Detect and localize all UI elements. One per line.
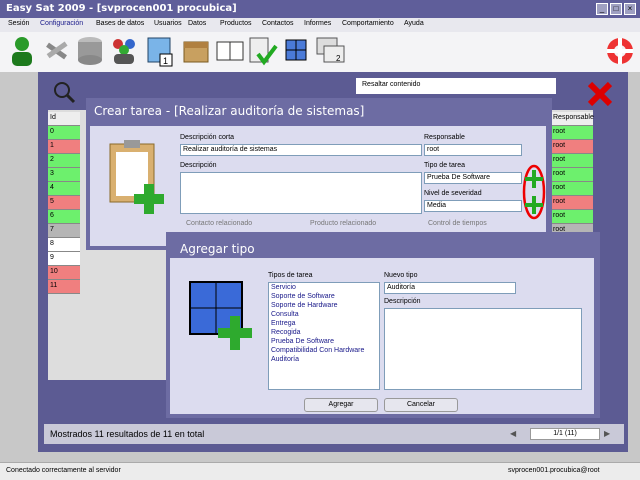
windows-icon[interactable]: 2 [314, 34, 346, 68]
lifebuoy-icon[interactable] [604, 34, 636, 68]
grid-row-id[interactable]: 9 [48, 252, 80, 266]
svg-text:2: 2 [336, 54, 341, 63]
desc-textarea[interactable] [180, 172, 422, 214]
type-list-item[interactable]: Soporte de Software [269, 292, 379, 301]
grid-header-id[interactable]: Id [48, 112, 80, 126]
maximize-button[interactable]: □ [610, 3, 622, 15]
responsable-select[interactable]: root [424, 144, 522, 156]
add-type-highlight [522, 164, 546, 220]
grid-row-id[interactable]: 10 [48, 266, 80, 280]
types-label: Tipos de tarea [268, 272, 313, 279]
grid-row-id[interactable]: 2 [48, 154, 80, 168]
menu-usuarios[interactable]: Usuarios [154, 20, 182, 27]
calendar-icon[interactable]: 1 [144, 34, 176, 68]
tipo-select[interactable]: Prueba De Software [424, 172, 522, 184]
database-icon[interactable] [74, 34, 106, 68]
title-bar: Easy Sat 2009 - [svprocen001 procubica] … [0, 0, 640, 18]
status-left: Conectado correctamente al servidor [6, 467, 121, 474]
grid-row-id[interactable]: 0 [48, 126, 80, 140]
menu-informes[interactable]: Informes [304, 20, 331, 27]
search-field[interactable]: Resaltar contenido [356, 78, 556, 94]
type-list-item[interactable]: Servicio [269, 283, 379, 292]
grid-row-responsable[interactable]: root [551, 210, 593, 224]
toolbar: 1 2 [0, 32, 640, 72]
cancelar-button[interactable]: Cancelar [384, 398, 458, 412]
grid-row-id[interactable]: 6 [48, 210, 80, 224]
crear-tarea-body: Descripción corta Realizar auditoría de … [90, 126, 546, 246]
status-bar: Conectado correctamente al servidor svpr… [0, 462, 640, 480]
cube-icon[interactable] [280, 34, 312, 68]
contacto-label: Contacto relacionado [186, 220, 253, 227]
grid-row-id[interactable]: 5 [48, 196, 80, 210]
severidad-select[interactable]: Media [424, 200, 522, 212]
menu-comportamiento[interactable]: Comportamiento [342, 20, 394, 27]
grid-row-id[interactable]: 7 [48, 224, 80, 238]
grid-row-responsable[interactable]: root [551, 154, 593, 168]
grid-row-responsable[interactable]: root [551, 126, 593, 140]
grid-row-responsable[interactable]: root [551, 140, 593, 154]
types-list[interactable]: Servicio Soporte de Software Soporte de Ha… [268, 282, 380, 390]
grid-row-id[interactable]: 11 [48, 280, 80, 294]
grid-row-responsable[interactable]: root [551, 182, 593, 196]
type-list-item[interactable]: Recogida [269, 328, 379, 337]
users-icon[interactable] [108, 34, 140, 68]
menu-configuracion[interactable]: Configuración [40, 20, 83, 27]
menu-contactos[interactable]: Contactos [262, 20, 294, 27]
type-desc-label: Descripción [384, 298, 421, 305]
type-list-item[interactable]: Consulta [269, 310, 379, 319]
close-x-icon[interactable] [586, 80, 614, 108]
type-desc-textarea[interactable] [384, 308, 582, 390]
user-icon[interactable] [6, 34, 38, 68]
menu-bases-de-datos[interactable]: Bases de datos [96, 20, 144, 27]
grid-row-responsable[interactable]: root [551, 196, 593, 210]
menu-datos[interactable]: Datos [188, 20, 206, 27]
menu-productos[interactable]: Productos [220, 20, 252, 27]
search-icon[interactable] [52, 80, 76, 104]
clipboard-add-icon [109, 140, 164, 214]
tools-icon[interactable] [40, 34, 72, 68]
checklist-icon[interactable] [246, 34, 278, 68]
new-type-label: Nuevo tipo [384, 272, 418, 279]
agregar-tipo-body: Tipos de tarea Servicio Soporte de Softwa… [170, 258, 594, 414]
dialog-type-title: Agregar tipo [180, 242, 255, 256]
short-desc-label: Descripción corta [180, 134, 235, 141]
book-icon[interactable] [214, 34, 246, 68]
menu-sesion[interactable]: Sesión [8, 20, 29, 27]
agregar-button[interactable]: Agregar [304, 398, 378, 412]
tipo-label: Tipo de tarea [424, 162, 465, 169]
type-list-item[interactable]: Prueba De Software [269, 337, 379, 346]
grid-row-id[interactable]: 1 [48, 140, 80, 154]
results-footer: Mostrados 11 resultados de 11 en total ◀… [44, 424, 624, 444]
grid-header-responsable[interactable]: Responsable [551, 112, 594, 126]
type-list-item[interactable]: Soporte de Hardware [269, 301, 379, 310]
menu-ayuda[interactable]: Ayuda [404, 20, 424, 27]
cube-add-icon [189, 281, 252, 350]
short-desc-input[interactable]: Realizar auditoría de sistemas [180, 144, 422, 156]
grid-row-id[interactable]: 8 [48, 238, 80, 252]
svg-text:1: 1 [163, 56, 168, 66]
status-right: svprocen001.procubica@root [508, 467, 600, 474]
minimize-button[interactable]: _ [596, 3, 608, 15]
grid-row-responsable[interactable]: root [551, 168, 593, 182]
new-type-input[interactable]: Auditoría [384, 282, 516, 294]
type-list-item[interactable]: Entrega [269, 319, 379, 328]
control-label: Control de tiempos [428, 220, 487, 227]
menu-bar: Sesión Configuración Bases de datos Usua… [0, 18, 640, 32]
grid-row-id[interactable]: 3 [48, 168, 80, 182]
close-button[interactable]: × [624, 3, 636, 15]
next-page-icon[interactable]: ▶ [604, 429, 618, 441]
grid-row-id[interactable]: 4 [48, 182, 80, 196]
type-list-item[interactable]: Compatibilidad Con Hardware [269, 346, 379, 355]
producto-label: Producto relacionado [310, 220, 377, 227]
window-title: Easy Sat 2009 - [svprocen001 procubica] [6, 3, 237, 14]
page-indicator: 1/1 (11) [530, 428, 600, 440]
desc-label: Descripción [180, 162, 217, 169]
prev-page-icon[interactable]: ◀ [510, 429, 530, 441]
type-list-item[interactable]: Auditoría [269, 355, 379, 364]
responsable-label: Responsable [424, 134, 465, 141]
results-count: Mostrados 11 resultados de 11 en total [50, 429, 205, 439]
severidad-label: Nivel de severidad [424, 190, 482, 197]
dialog-task-title: Crear tarea - [Realizar auditoría de sis… [94, 104, 365, 118]
box-icon[interactable] [180, 34, 212, 68]
